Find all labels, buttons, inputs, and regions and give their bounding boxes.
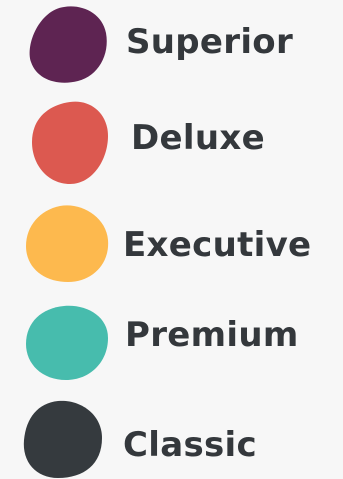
blob-shape	[26, 205, 109, 282]
legend-label-superior: Superior	[126, 22, 294, 62]
legend-item-superior: Superior	[0, 0, 343, 90]
legend-label-premium: Premium	[125, 315, 299, 355]
blob-icon	[23, 400, 102, 478]
blob-icon	[26, 205, 109, 282]
legend-label-executive: Executive	[123, 225, 312, 265]
legend-label-classic: Classic	[123, 425, 257, 465]
legend-label-deluxe: Deluxe	[131, 118, 265, 158]
blob-icon	[32, 101, 108, 184]
legend-item-executive: Executive	[0, 198, 343, 288]
blob-shape	[26, 305, 108, 380]
legend: Superior Deluxe Executive Premium Classi…	[0, 0, 343, 479]
legend-item-premium: Premium	[0, 300, 343, 390]
blob-shape	[29, 6, 107, 83]
legend-item-deluxe: Deluxe	[0, 96, 343, 186]
blob-shape	[23, 400, 102, 478]
blob-icon	[26, 305, 108, 380]
blob-shape	[32, 101, 108, 184]
blob-icon	[29, 6, 107, 83]
legend-item-classic: Classic	[0, 396, 343, 479]
